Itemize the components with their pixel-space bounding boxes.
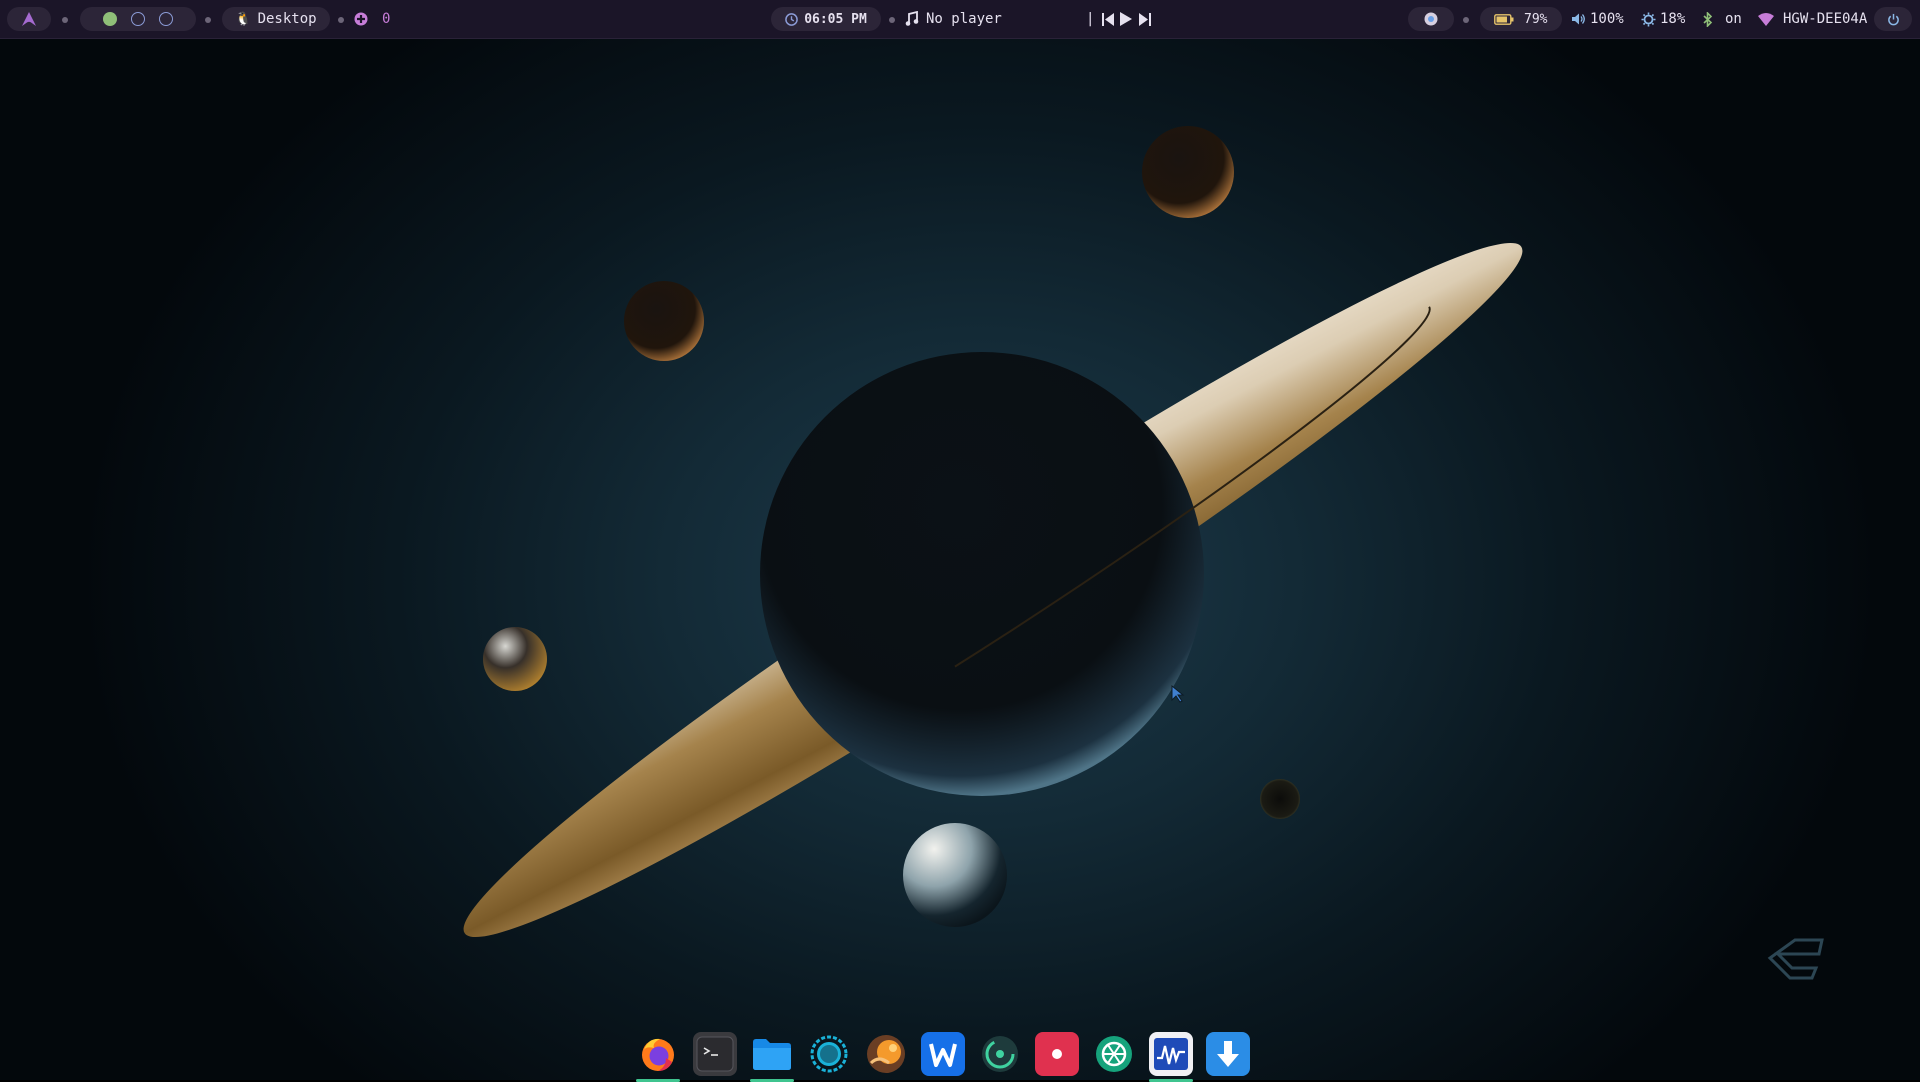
battery-value: 79% <box>1524 11 1548 27</box>
moon <box>1260 779 1300 819</box>
battery-widget[interactable]: 79% <box>1480 7 1562 31</box>
media-player-label: No player <box>926 11 1002 27</box>
workspace-3-indicator[interactable] <box>159 12 173 26</box>
moon <box>903 823 1007 927</box>
ring-app-icon[interactable] <box>807 1032 851 1076</box>
chromium-icon <box>1424 12 1438 26</box>
wifi-icon[interactable] <box>1757 10 1775 28</box>
brightness-value: 18% <box>1660 11 1686 27</box>
app-launcher-button[interactable] <box>7 7 51 31</box>
penguin-icon: 🐧 <box>235 11 252 27</box>
power-icon <box>1887 13 1899 25</box>
download-app-icon[interactable] <box>1206 1032 1250 1076</box>
separator-dot <box>889 17 895 23</box>
tray-app-button[interactable] <box>1408 7 1454 31</box>
bluetooth-icon[interactable] <box>1699 10 1717 28</box>
distro-watermark-icon <box>1767 938 1824 980</box>
brightness-icon[interactable] <box>1639 10 1657 28</box>
aperture-app-icon[interactable] <box>1092 1032 1136 1076</box>
notification-count: 0 <box>382 11 391 27</box>
separator-dot <box>338 17 344 23</box>
media-separator: | <box>1086 11 1095 27</box>
play-icon[interactable] <box>1117 10 1135 28</box>
notification-icon[interactable] <box>352 10 370 28</box>
moon <box>483 627 547 691</box>
clock-time: 06:05 PM <box>804 11 867 27</box>
arch-logo-icon <box>22 12 36 26</box>
mouse-cursor <box>1171 684 1185 703</box>
moon <box>1142 126 1234 218</box>
top-bar: 🐧 Desktop 0 06:05 PM No player | 79% 100… <box>0 0 1920 39</box>
folder-icon[interactable] <box>750 1032 794 1082</box>
skip-next-icon[interactable] <box>1136 10 1154 28</box>
separator-dot <box>1463 17 1469 23</box>
active-window-title[interactable]: 🐧 Desktop <box>222 7 330 31</box>
workspace-2-indicator[interactable] <box>131 12 145 26</box>
saturn-illustration <box>463 126 1824 980</box>
writer-icon[interactable] <box>921 1032 965 1076</box>
volume-value: 100% <box>1590 11 1624 27</box>
firefox-icon[interactable] <box>636 1032 680 1082</box>
orange-app-icon[interactable] <box>864 1032 908 1076</box>
record-app-icon[interactable] <box>1035 1032 1079 1076</box>
wifi-ssid: HGW-DEE04A <box>1783 11 1868 27</box>
workspace-switcher <box>80 7 196 31</box>
terminal-icon[interactable] <box>693 1032 737 1076</box>
workspace-1-indicator[interactable] <box>103 12 117 26</box>
battery-icon <box>1494 13 1514 25</box>
planet <box>760 352 1204 796</box>
volume-icon[interactable] <box>1569 10 1587 28</box>
clock-icon <box>785 12 799 26</box>
monitor-app-icon[interactable] <box>1149 1032 1193 1082</box>
skip-previous-icon[interactable] <box>1099 10 1117 28</box>
music-note-icon <box>903 10 921 28</box>
separator-dot <box>205 17 211 23</box>
active-window-label: Desktop <box>257 11 317 27</box>
power-button[interactable] <box>1874 7 1912 31</box>
app-dock <box>630 1026 1260 1082</box>
desktop-wallpaper <box>0 38 1920 1080</box>
compass-app-icon[interactable] <box>978 1032 1022 1076</box>
moon <box>624 281 704 361</box>
clock-widget[interactable]: 06:05 PM <box>771 7 881 31</box>
separator-dot <box>62 17 68 23</box>
bluetooth-value: on <box>1725 11 1742 27</box>
